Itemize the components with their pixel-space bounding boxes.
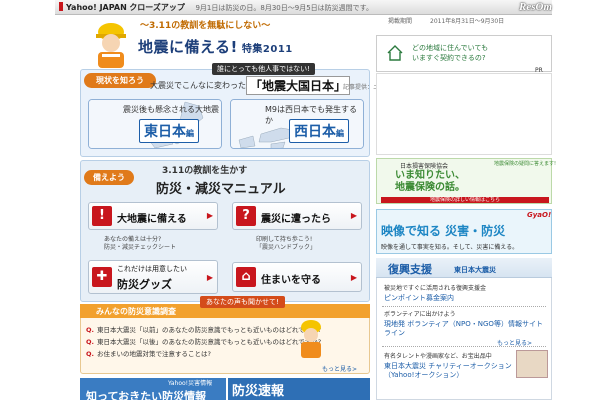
video-disaster-title: 映像で知る 災害・防災 — [381, 224, 506, 238]
helmet-worker-icon — [96, 23, 126, 68]
prepare-title: 防災・減災マニュアル — [156, 182, 286, 197]
disaster-info-caption: Yahoo!災害情報 — [168, 380, 213, 387]
house-outline-icon — [387, 45, 403, 61]
first-aid-icon: ✚ — [92, 267, 112, 287]
checksheet-question: あなたの備えは十分? — [104, 236, 162, 243]
reconstruction-subtitle: 東日本大震災 — [454, 266, 496, 274]
west-japan-label: 西日本編 — [289, 119, 349, 143]
tile-label-main: 防災グッズ — [117, 278, 172, 291]
prepare-subtitle: 3.11の教訓を生かす — [162, 166, 248, 176]
survey-worker-icon — [301, 320, 321, 358]
header-subtitle: ～3.11の教訓を無駄にしない～ — [140, 21, 271, 31]
know-caption: 誰にとっても他人事ではない! — [212, 63, 315, 75]
bosai-day-notice: 9月1日は防災の日。8月30日～9月5日は防災週間です。 — [195, 4, 373, 12]
survey-question-text: 東日本大震災「以前」のあなたの防災意識でもっとも近いものはどれですか? — [97, 326, 322, 334]
survey-question[interactable]: Q. お住まいの地震対策で注意することは? — [86, 348, 211, 358]
arrow-right-icon: ▶ — [350, 273, 357, 282]
gyao-logo: GyaO! — [527, 211, 552, 219]
reconstruction-item-link[interactable]: 現地発 ボランティア（NPO・NGO等）情報サイトライン — [384, 320, 548, 338]
feature-label: 特集2011 — [241, 44, 293, 55]
east-japan-button[interactable]: 震災後も懸念される大地震 東日本編 — [88, 99, 222, 149]
west-japan-button[interactable]: M9は西日本でも発生するか 西日本編 — [230, 99, 364, 149]
arrow-right-icon: ▶ — [206, 211, 213, 220]
q-marker-icon: Q. — [86, 338, 94, 346]
reconstruction-item-text: 被災地ですぐに活用される復興支援金 — [384, 285, 487, 292]
east-japan-caption: 震災後も懸念される大地震 — [123, 105, 219, 114]
handbook-question: 印刷して持ち歩こう! — [256, 236, 313, 243]
survey-question-text: お住まいの地震対策で注意することは? — [97, 350, 211, 358]
brand-mark-icon — [59, 2, 63, 11]
question-icon: ? — [236, 206, 256, 226]
quake-insurance-link[interactable]: 地震保険の詳しい情報はこちら — [381, 197, 549, 203]
tile-if-disaster[interactable]: ? 震災に遭ったら ▶ — [232, 202, 362, 230]
east-japan-suffix: 編 — [186, 129, 194, 138]
quake-insurance-title-line2: 地震保険の話。 — [395, 182, 465, 193]
reconstruction-item-text: 有名タレントや漫画家など、お宝出品中 — [384, 353, 492, 360]
divider — [382, 306, 546, 307]
survey-tag: あなたの声も聞かせて! — [200, 296, 285, 308]
q-marker-icon: Q. — [86, 350, 94, 358]
auction-thumbnail[interactable] — [516, 350, 548, 378]
reconstruction-item-text: ボランティアに出かけよう — [384, 311, 456, 318]
exclamation-icon: ! — [92, 206, 112, 226]
disaster-info-title: 知っておきたい防災情報 — [86, 390, 207, 400]
checksheet-label: 防災・減災チェックシート — [104, 244, 177, 251]
watermark-logo: ResOm — [519, 1, 552, 13]
quake-insurance-title-line1: いま知りたい、 — [395, 170, 465, 181]
insurance-ad-text: どの地域に住んでいても いますぐ契約できるの? — [412, 43, 488, 63]
reconstruction-title: 復興支援 — [388, 263, 432, 276]
east-japan-label: 東日本編 — [139, 119, 199, 143]
handbook-link[interactable]: 印刷して持ち歩こう! 「震災ハンドブック」 — [256, 236, 316, 252]
know-lead: 大震災でこんなに変わった — [150, 81, 246, 90]
page-title: 地震に備える! 特集2011 — [138, 36, 293, 57]
period-label: 掲載期間 — [388, 18, 413, 25]
arrow-right-icon: ▶ — [350, 211, 357, 220]
survey-question-text: 東日本大震災「以後」のあなたの防災意識でもっとも近いものはどれですか? — [97, 338, 322, 346]
tile-label: 震災に遭ったら — [261, 214, 331, 225]
handbook-label: 「震災ハンドブック」 — [256, 244, 317, 251]
survey-title: みんなの防災意識調査 — [96, 307, 176, 316]
reconstruction-item-link[interactable]: 東日本大震災 チャリティーオークション（Yahoo!オークション） — [384, 362, 514, 380]
know-badge: 現状を知ろう — [84, 73, 156, 88]
survey-more-link[interactable]: もっと見る> — [322, 364, 357, 373]
survey-question[interactable]: Q. 東日本大震災「以後」のあなたの防災意識でもっとも近いものはどれですか? — [86, 336, 321, 346]
quake-insurance-org: 日本損害保険協会 — [400, 163, 449, 170]
pr-label: PR — [535, 67, 543, 74]
survey-question[interactable]: Q. 東日本大震災「以前」のあなたの防災意識でもっとも近いものはどれですか? — [86, 324, 321, 334]
checksheet-link[interactable]: あなたの備えは十分? 防災・減災チェックシート — [104, 236, 176, 252]
prepare-badge: 備えよう — [84, 170, 134, 185]
east-japan-region: 東日本 — [144, 124, 186, 140]
insurance-ad-line2: いますぐ契約できるの? — [412, 54, 486, 62]
top-bar: Yahoo! JAPAN クローズアップ 9月1日は防災の日。8月30日～9月5… — [55, 0, 552, 15]
tile-label: 住まいを守る — [261, 275, 321, 286]
reconstruction-item-link[interactable]: ピンポイント募金案内 — [384, 294, 454, 303]
tile-protect-home[interactable]: ⌂ 住まいを守る ▶ — [232, 262, 362, 292]
tile-emergency-goods[interactable]: ✚ これだけは用意したい 防災グッズ ▶ — [88, 260, 218, 294]
video-disaster-sub: 映像を通して事実を知る。そして、災害に備える。 — [381, 244, 519, 251]
brand-link[interactable]: Yahoo! JAPAN — [66, 3, 127, 12]
bosai-alert-title: 防災速報 — [232, 384, 285, 399]
quake-insurance-side: 地震保険の疑問に答えます! — [494, 161, 557, 167]
quake-insurance-title: いま知りたい、 地震保険の話。 — [395, 170, 465, 194]
q-marker-icon: Q. — [86, 326, 94, 334]
arrow-right-icon: ▶ — [206, 273, 213, 282]
tile-prepare-earthquake[interactable]: ! 大地震に備える ▶ — [88, 202, 218, 230]
know-title[interactable]: 「地震大国日本」 — [246, 76, 351, 95]
ad-space — [376, 73, 552, 155]
house-icon: ⌂ — [236, 267, 256, 287]
period-value: 2011年8月31日～9月30日 — [430, 18, 505, 25]
tile-label: 大地震に備える — [117, 214, 187, 225]
page-title-text: 地震に備える! — [138, 38, 238, 56]
west-japan-region: 西日本 — [294, 124, 336, 140]
insurance-ad-line1: どの地域に住んでいても — [412, 44, 489, 52]
west-japan-suffix: 編 — [336, 129, 344, 138]
divider — [382, 346, 546, 347]
brand-subtitle[interactable]: クローズアップ — [129, 3, 185, 12]
tile-label: これだけは用意したい — [117, 265, 187, 273]
